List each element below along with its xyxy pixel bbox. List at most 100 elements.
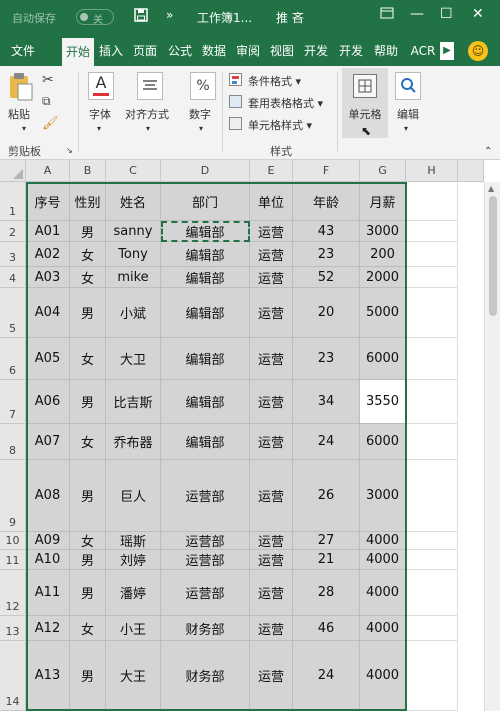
table-cell[interactable]: 运营 [250, 641, 293, 711]
table-cell[interactable]: A06 [26, 380, 70, 424]
tab-file[interactable]: 文件 [6, 36, 40, 66]
editing-label[interactable]: 编辑 [397, 106, 419, 122]
table-cell[interactable]: 运营 [250, 267, 293, 288]
row-header-3[interactable]: 3 [0, 242, 26, 267]
row-header-10[interactable]: 10 [0, 532, 26, 550]
tab-page-layout[interactable]: 页面 [131, 36, 159, 66]
table-cell[interactable]: 财务部 [161, 641, 250, 711]
table-cell[interactable]: 28 [293, 570, 360, 616]
font-label[interactable]: 字体 [89, 106, 111, 122]
table-cell[interactable]: 4000 [360, 550, 406, 570]
empty-cell[interactable] [406, 460, 458, 532]
table-cell[interactable]: 4000 [360, 641, 406, 711]
table-cell[interactable]: 男 [70, 641, 106, 711]
tab-developer[interactable]: 开发 [302, 36, 330, 66]
table-cell[interactable]: 26 [293, 460, 360, 532]
table-cell[interactable]: 运营 [250, 424, 293, 460]
row-header-1[interactable]: 1 [0, 182, 26, 221]
table-cell[interactable]: A10 [26, 550, 70, 570]
table-cell[interactable]: A13 [26, 641, 70, 711]
table-cell[interactable]: 4000 [360, 616, 406, 641]
ribbon-display-icon[interactable] [380, 6, 394, 24]
table-cell[interactable]: 男 [70, 221, 106, 242]
header-cell[interactable]: 序号 [26, 182, 70, 221]
conditional-format-button[interactable]: 条件格式 ▾ [248, 73, 301, 89]
table-cell[interactable]: 4000 [360, 570, 406, 616]
table-cell[interactable]: 运营部 [161, 550, 250, 570]
autosave-toggle[interactable]: 关 [76, 9, 114, 26]
tab-insert[interactable]: 插入 [97, 36, 125, 66]
table-cell[interactable]: 编辑部 [161, 242, 250, 267]
empty-cell[interactable] [406, 641, 458, 711]
table-cell[interactable]: A02 [26, 242, 70, 267]
table-cell[interactable]: 大王 [106, 641, 161, 711]
minimize-button[interactable]: — [410, 6, 424, 22]
table-cell[interactable]: 6000 [360, 424, 406, 460]
table-cell[interactable]: 200 [360, 242, 406, 267]
table-cell[interactable]: 男 [70, 460, 106, 532]
table-cell[interactable]: 编辑部 [161, 424, 250, 460]
table-cell[interactable]: 运营 [250, 288, 293, 338]
table-cell[interactable]: 女 [70, 267, 106, 288]
table-cell[interactable]: 46 [293, 616, 360, 641]
empty-cell[interactable] [406, 338, 458, 380]
user-name[interactable]: 推 吝 [276, 9, 304, 26]
column-header-a[interactable]: A [26, 160, 70, 182]
table-cell[interactable]: 编辑部 [161, 267, 250, 288]
table-cell[interactable]: A01 [26, 221, 70, 242]
empty-cell[interactable] [406, 532, 458, 550]
vertical-scrollbar[interactable]: ▲ [484, 182, 500, 711]
table-cell[interactable]: 男 [70, 550, 106, 570]
header-cell[interactable]: 姓名 [106, 182, 161, 221]
table-cell[interactable]: 34 [293, 380, 360, 424]
row-header-5[interactable]: 5 [0, 288, 26, 338]
table-cell[interactable]: 52 [293, 267, 360, 288]
table-cell[interactable]: 潘婷 [106, 570, 161, 616]
table-cell[interactable]: 编辑部 [161, 288, 250, 338]
number-format-icon[interactable]: % [190, 72, 216, 100]
cell-style-button[interactable]: 单元格样式 ▾ [248, 117, 312, 133]
tab-scroll-right-icon[interactable]: ▶ [440, 42, 454, 60]
table-cell[interactable]: 运营 [250, 221, 293, 242]
table-cell[interactable]: A07 [26, 424, 70, 460]
empty-cell[interactable] [406, 570, 458, 616]
table-cell[interactable]: A08 [26, 460, 70, 532]
paste-label[interactable]: 粘贴 [8, 106, 30, 122]
table-cell[interactable]: 5000 [360, 288, 406, 338]
table-cell[interactable]: 男 [70, 570, 106, 616]
table-cell[interactable]: 27 [293, 532, 360, 550]
table-cell[interactable]: 财务部 [161, 616, 250, 641]
table-cell[interactable]: 4000 [360, 532, 406, 550]
row-header-13[interactable]: 13 [0, 616, 26, 641]
column-header-next[interactable] [458, 160, 484, 182]
table-cell[interactable]: 3000 [360, 221, 406, 242]
table-cell[interactable]: 比吉斯 [106, 380, 161, 424]
table-cell[interactable]: A04 [26, 288, 70, 338]
format-painter-icon[interactable]: 🖌 [42, 116, 59, 131]
column-header-c[interactable]: C [106, 160, 161, 182]
header-cell[interactable]: 月薪 [360, 182, 406, 221]
row-header-12[interactable]: 12 [0, 570, 26, 616]
editing-dropdown-icon[interactable]: ▾ [404, 124, 408, 133]
table-cell[interactable]: A09 [26, 532, 70, 550]
table-cell[interactable]: 运营部 [161, 570, 250, 616]
tab-data[interactable]: 数据 [200, 36, 228, 66]
column-header-h[interactable]: H [406, 160, 458, 182]
close-button[interactable]: ✕ [472, 6, 484, 22]
row-header-11[interactable]: 11 [0, 550, 26, 570]
worksheet[interactable]: A B C D E F G H 1 2 3 4 5 6 7 8 9 10 11 … [0, 160, 500, 711]
row-header-8[interactable]: 8 [0, 424, 26, 460]
header-cell[interactable]: 单位 [250, 182, 293, 221]
table-cell[interactable]: 24 [293, 424, 360, 460]
table-cell[interactable]: 编辑部 [161, 338, 250, 380]
active-cell[interactable]: 3550 [360, 380, 406, 424]
empty-cell[interactable] [406, 221, 458, 242]
table-cell[interactable]: 编辑部 [161, 380, 250, 424]
column-header-f[interactable]: F [293, 160, 360, 182]
table-cell[interactable]: 瑶斯 [106, 532, 161, 550]
tab-developer-2[interactable]: 开发 [337, 36, 365, 66]
table-cell[interactable]: A05 [26, 338, 70, 380]
table-cell[interactable]: 3000 [360, 460, 406, 532]
table-cell[interactable]: 男 [70, 288, 106, 338]
alignment-dropdown-icon[interactable]: ▾ [146, 124, 150, 133]
